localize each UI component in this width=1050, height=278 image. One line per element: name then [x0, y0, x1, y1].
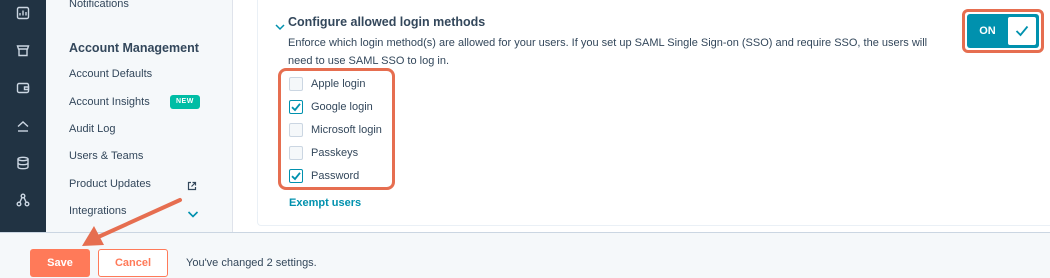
- external-link-icon[interactable]: [187, 178, 197, 191]
- save-bar: Save Cancel You've changed 2 settings.: [0, 232, 1050, 278]
- option-google-login[interactable]: Google login: [289, 100, 373, 114]
- exempt-users-link[interactable]: Exempt users: [289, 197, 361, 209]
- option-label: Apple login: [311, 78, 366, 90]
- option-label: Password: [311, 170, 360, 182]
- store-icon[interactable]: [16, 43, 30, 57]
- section-title: Configure allowed login methods: [288, 15, 486, 29]
- sidebar-item-users-teams[interactable]: Users & Teams: [69, 150, 143, 162]
- org-icon[interactable]: [16, 193, 30, 207]
- cancel-button[interactable]: Cancel: [98, 249, 168, 277]
- changes-status-text: You've changed 2 settings.: [186, 257, 317, 269]
- apple-login-checkbox[interactable]: [289, 77, 303, 91]
- sidebar-item-account-defaults[interactable]: Account Defaults: [69, 68, 152, 80]
- passkeys-checkbox[interactable]: [289, 146, 303, 160]
- microsoft-login-checkbox[interactable]: [289, 123, 303, 137]
- sidebar-section-heading: Account Management: [69, 41, 199, 55]
- save-button[interactable]: Save: [30, 249, 90, 277]
- option-password[interactable]: Password: [289, 169, 359, 183]
- home-icon[interactable]: [16, 119, 30, 133]
- icon-rail: [0, 0, 46, 232]
- chevron-down-icon[interactable]: [187, 206, 199, 218]
- google-login-checkbox[interactable]: [289, 100, 303, 114]
- wallet-icon[interactable]: [16, 81, 30, 95]
- sidebar-item-product-updates[interactable]: Product Updates: [69, 178, 151, 190]
- password-checkbox[interactable]: [289, 169, 303, 183]
- option-apple-login[interactable]: Apple login: [289, 77, 365, 91]
- login-methods-toggle[interactable]: ON: [967, 14, 1039, 48]
- sidebar-item-audit-log[interactable]: Audit Log: [69, 123, 115, 135]
- option-label: Passkeys: [311, 147, 359, 159]
- database-icon[interactable]: [16, 156, 30, 170]
- new-badge: NEW: [170, 95, 200, 109]
- settings-sidebar: Notifications Account Management Account…: [46, 0, 232, 232]
- toggle-label: ON: [979, 25, 996, 37]
- section-collapse-chevron-icon[interactable]: [275, 18, 285, 31]
- option-label: Google login: [311, 101, 373, 113]
- option-microsoft-login[interactable]: Microsoft login: [289, 123, 382, 137]
- toggle-knob: [1008, 17, 1036, 45]
- sidebar-item-notifications[interactable]: Notifications: [69, 0, 129, 10]
- option-passkeys[interactable]: Passkeys: [289, 146, 358, 160]
- sidebar-item-integrations[interactable]: Integrations: [69, 205, 126, 217]
- option-label: Microsoft login: [311, 124, 382, 136]
- sidebar-item-account-insights[interactable]: Account Insights: [69, 96, 150, 108]
- section-description: Enforce which login method(s) are allowe…: [288, 37, 928, 67]
- dashboard-icon[interactable]: [16, 6, 30, 20]
